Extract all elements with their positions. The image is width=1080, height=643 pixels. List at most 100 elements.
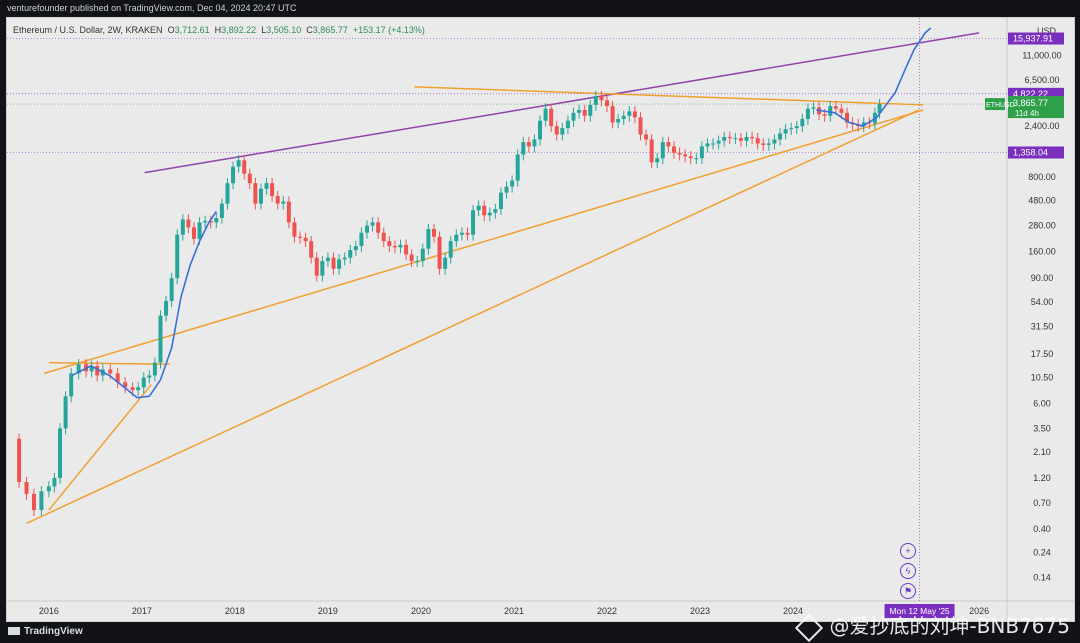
trendline[interactable] bbox=[48, 361, 170, 366]
candle-body bbox=[688, 156, 693, 159]
close-value: 3,865.77 bbox=[312, 25, 348, 35]
tradingview-logo-icon bbox=[8, 627, 20, 636]
candle-body bbox=[24, 482, 29, 494]
candle-body bbox=[828, 106, 833, 116]
candle-body bbox=[560, 128, 565, 135]
candle-body bbox=[582, 110, 587, 116]
candle-body bbox=[498, 192, 503, 210]
candle-body bbox=[616, 119, 621, 123]
candle-body bbox=[203, 220, 208, 223]
candle-body bbox=[532, 139, 537, 147]
high-value: 3,892.22 bbox=[221, 25, 257, 35]
lightning-icon[interactable]: ϟ bbox=[900, 563, 916, 579]
candle-body bbox=[180, 219, 185, 235]
candle-body bbox=[543, 108, 548, 121]
y-tick-label: 6,500.00 bbox=[1024, 75, 1059, 85]
projection-curve[interactable] bbox=[71, 211, 217, 399]
candle-body bbox=[783, 129, 788, 134]
low-value: 3,505.10 bbox=[266, 25, 302, 35]
candle-body bbox=[565, 120, 570, 129]
candle-body bbox=[671, 146, 676, 153]
candle-body bbox=[314, 257, 319, 276]
candle-body bbox=[465, 232, 470, 235]
x-tick-label: 2019 bbox=[318, 606, 338, 616]
open-label: O bbox=[167, 25, 175, 35]
candle-body bbox=[448, 241, 453, 258]
price-chart[interactable]: USD0.140.240.400.701.202.103.506.0010.50… bbox=[7, 18, 1074, 621]
candle-body bbox=[605, 100, 609, 107]
candle-body bbox=[359, 232, 364, 247]
y-tick-label: 1.20 bbox=[1033, 473, 1051, 483]
candle-body bbox=[46, 486, 51, 492]
candle-body bbox=[593, 96, 598, 105]
open-value: 3,712.61 bbox=[174, 25, 210, 35]
candle-body bbox=[459, 232, 464, 235]
trendline[interactable] bbox=[414, 86, 924, 106]
candle-body bbox=[711, 143, 716, 145]
diamond-icon bbox=[795, 613, 824, 642]
candle-body bbox=[348, 250, 353, 258]
candle-body bbox=[353, 246, 358, 251]
publisher-line: venturefounder published on TradingView.… bbox=[7, 3, 297, 13]
candle-body bbox=[599, 96, 604, 101]
candle-body bbox=[420, 248, 425, 262]
chart-panel[interactable]: USD 0.14 0.24 0.40 0.70 1.20 2.10 3.50 6.00 10.50… bbox=[6, 17, 1075, 622]
candle-body bbox=[175, 234, 180, 279]
candle-body bbox=[69, 373, 74, 397]
candle-body bbox=[705, 143, 710, 147]
candle-body bbox=[331, 257, 336, 269]
candle-body bbox=[147, 375, 152, 378]
candle-countdown-label: 11d 4h bbox=[1015, 109, 1039, 118]
candle-body bbox=[376, 222, 381, 233]
candle-body bbox=[811, 107, 816, 109]
candle-body bbox=[242, 160, 247, 174]
candle-body bbox=[431, 229, 436, 237]
y-tick-label: 2,400.00 bbox=[1024, 121, 1059, 131]
candle-body bbox=[733, 138, 738, 140]
candle-body bbox=[839, 108, 844, 113]
candle-body bbox=[521, 142, 526, 155]
watermark-text: @爱抄底的刘坤-BNB7675 bbox=[829, 614, 1070, 638]
candle-body bbox=[549, 108, 554, 127]
candle-body bbox=[130, 387, 135, 391]
candle-body bbox=[281, 201, 286, 204]
candle-body bbox=[621, 115, 626, 120]
change-value: +153.17 (+4.13%) bbox=[352, 25, 425, 35]
flag-icon[interactable]: ⚑ bbox=[900, 583, 916, 599]
candle-body bbox=[772, 139, 777, 144]
x-tick-label: 2023 bbox=[690, 606, 710, 616]
candle-body bbox=[337, 259, 342, 269]
candle-body bbox=[214, 217, 219, 223]
candle-body bbox=[303, 237, 308, 242]
candle-body bbox=[778, 133, 783, 140]
candle-body bbox=[476, 205, 481, 211]
candle-body bbox=[571, 112, 576, 121]
candle-body bbox=[58, 428, 63, 478]
candle-body bbox=[231, 166, 236, 184]
candle-body bbox=[683, 154, 688, 157]
candle-body bbox=[833, 106, 838, 109]
candle-body bbox=[716, 140, 721, 144]
projection-curve[interactable] bbox=[816, 27, 932, 127]
candle-body bbox=[370, 222, 375, 226]
candle-body bbox=[141, 377, 146, 388]
candle-body bbox=[805, 108, 810, 120]
plus-circle-icon[interactable]: + bbox=[900, 543, 916, 559]
y-tick-label: 0.70 bbox=[1033, 498, 1051, 508]
y-tick-label: 160.00 bbox=[1028, 246, 1056, 256]
x-tick-label: 2022 bbox=[597, 606, 617, 616]
candle-body bbox=[270, 183, 275, 197]
candle-body bbox=[387, 241, 392, 247]
candle-body bbox=[515, 154, 520, 181]
candle-body bbox=[292, 222, 297, 237]
tradingview-logo: TradingView bbox=[8, 626, 83, 637]
ohlc-legend: Ethereum / U.S. Dollar, 2W, KRAKEN O3,71… bbox=[13, 25, 425, 35]
candle-body bbox=[649, 139, 654, 163]
candle-body bbox=[169, 278, 174, 301]
symbol-tag-label: ETHUSD bbox=[986, 102, 1015, 109]
candle-body bbox=[443, 257, 448, 269]
candle-body bbox=[392, 246, 397, 248]
author-watermark: @爱抄底的刘坤-BNB7675 bbox=[795, 610, 1070, 642]
candle-body bbox=[398, 244, 403, 248]
y-tick-label: 17.50 bbox=[1031, 349, 1054, 359]
